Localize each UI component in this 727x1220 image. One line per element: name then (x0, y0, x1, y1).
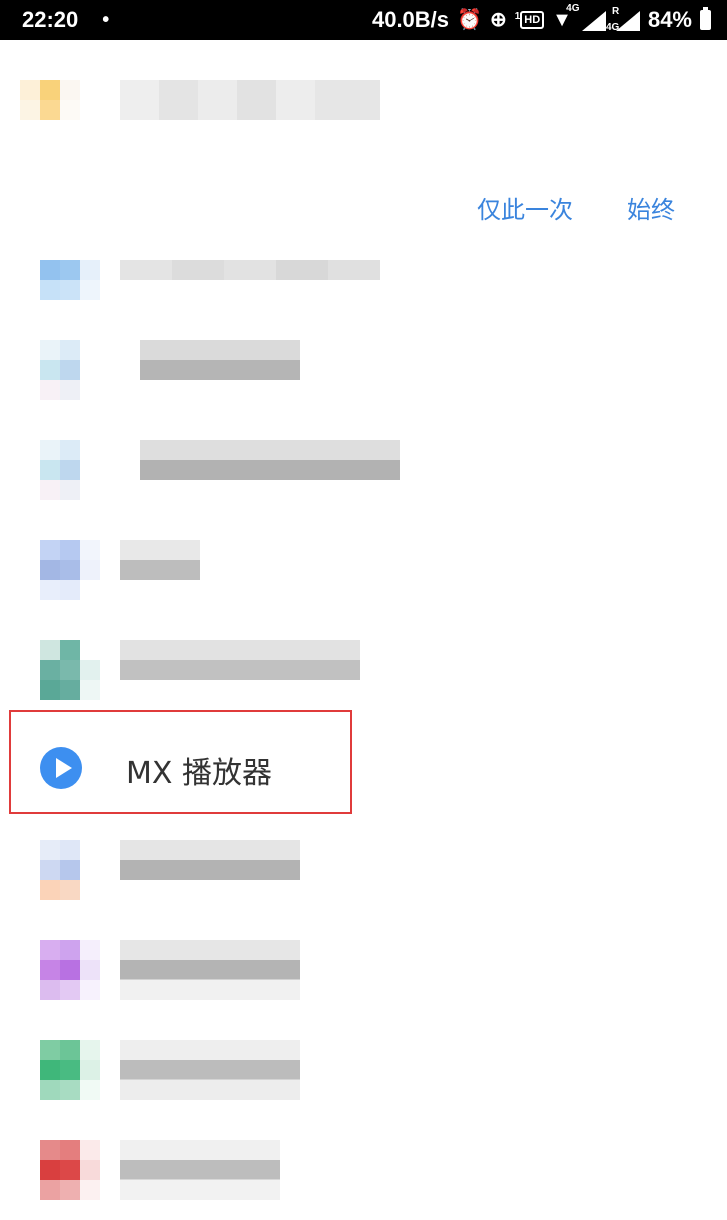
chooser-actions: 仅此一次 始终 (477, 190, 675, 225)
blurred-title-text (120, 80, 380, 120)
list-item[interactable] (0, 920, 727, 1020)
blurred-app-name (120, 940, 300, 1000)
hd-icon: HD (520, 11, 545, 29)
network-speed: 40.0B/s (371, 7, 450, 32)
list-item[interactable] (0, 1020, 727, 1120)
blurred-app-name (120, 640, 360, 680)
signal-icon-sim1 (580, 9, 606, 31)
list-item[interactable] (0, 620, 727, 720)
list-item[interactable] (0, 820, 727, 920)
always-button[interactable]: 始终 (627, 190, 675, 225)
blurred-app-name (120, 260, 380, 280)
app-name-mx-player: MX 播放器 (126, 756, 272, 791)
blurred-app-name (140, 340, 300, 380)
list-item[interactable] (0, 1120, 727, 1220)
list-item[interactable] (0, 520, 727, 620)
data-saver-icon: ⊕ (489, 9, 507, 31)
status-right: 40.0B/s ⏰ ⊕ 1 HD ▼ 4G R 4G 84% (371, 3, 711, 33)
signal-icon-sim2: R 4G (606, 7, 640, 33)
status-bar: 22:20 • 40.0B/s ⏰ ⊕ 1 HD ▼ 4G R 4G 84% (0, 0, 727, 40)
alarm-icon: ⏰ (457, 9, 482, 31)
blurred-app-name (120, 1140, 280, 1200)
chooser-header (0, 40, 727, 258)
wifi-icon: ▼ 4G (552, 3, 580, 31)
list-item[interactable] (0, 320, 727, 420)
list-item[interactable] (0, 420, 727, 520)
blurred-app-name (120, 540, 200, 580)
blurred-app-name (120, 1040, 300, 1100)
blurred-app-name (140, 440, 400, 480)
status-time: 22:20 (22, 7, 79, 32)
hd-badge: 1 HD (515, 11, 545, 29)
status-dot: • (102, 8, 110, 31)
battery-percent: 84% (647, 7, 692, 32)
blurred-app-name (120, 840, 300, 880)
just-once-button[interactable]: 仅此一次 (477, 190, 573, 225)
play-icon (40, 747, 82, 789)
battery-icon (700, 7, 711, 30)
list-item-mx-player[interactable] (0, 720, 727, 810)
